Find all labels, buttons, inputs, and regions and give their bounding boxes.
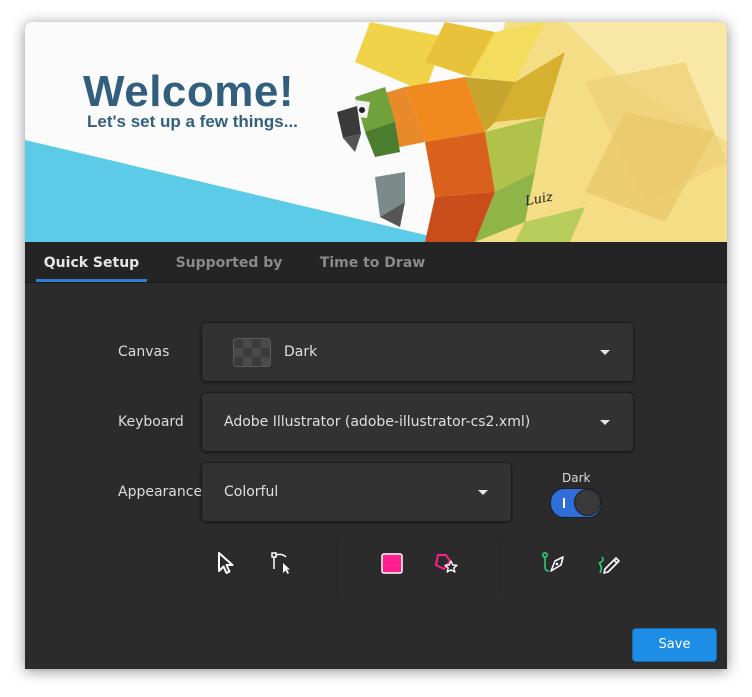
canvas-swatch-icon xyxy=(233,338,271,367)
star-tool-icon[interactable] xyxy=(432,549,460,577)
welcome-title: Welcome! xyxy=(83,67,295,116)
keyboard-dropdown[interactable]: Adobe Illustrator (adobe-illustrator-cs2… xyxy=(201,392,634,452)
canvas-label: Canvas xyxy=(118,344,170,360)
keyboard-value: Adobe Illustrator (adobe-illustrator-cs2… xyxy=(224,414,531,430)
keyboard-label: Keyboard xyxy=(118,414,184,430)
tab-time-to-draw[interactable]: Time to Draw xyxy=(315,242,430,282)
save-button[interactable]: Save xyxy=(632,628,717,662)
welcome-subtitle: Let's set up a few things... xyxy=(87,112,298,131)
appearance-value: Colorful xyxy=(224,484,279,500)
dark-toggle-label: Dark xyxy=(562,471,591,485)
tab-supported-by-you[interactable]: Supported by You xyxy=(159,242,299,313)
chevron-down-icon xyxy=(478,490,488,495)
canvas-value: Dark xyxy=(284,344,318,360)
toggle-knob xyxy=(574,489,601,516)
appearance-dropdown[interactable]: Colorful xyxy=(201,462,512,522)
appearance-label: Appearance xyxy=(118,484,203,500)
toolbar-divider xyxy=(500,537,501,597)
chevron-down-icon xyxy=(600,350,610,355)
welcome-dialog: Welcome! Let's set up a few things... Lu… xyxy=(25,22,727,669)
dark-toggle-switch[interactable] xyxy=(550,488,602,518)
parrot-artwork xyxy=(25,22,727,242)
selector-arrow-icon[interactable] xyxy=(212,549,240,577)
rectangle-tool-icon[interactable] xyxy=(378,549,406,577)
chevron-down-icon xyxy=(600,420,610,425)
pencil-tool-icon[interactable] xyxy=(595,549,623,577)
canvas-dropdown[interactable]: Dark xyxy=(201,322,634,382)
toolbar-divider xyxy=(337,537,338,597)
welcome-banner: Welcome! Let's set up a few things... Lu… xyxy=(25,22,727,242)
tab-bar: Quick Setup Supported by You Time to Dra… xyxy=(25,242,727,313)
node-tool-icon[interactable] xyxy=(268,549,296,577)
tab-quick-setup[interactable]: Quick Setup xyxy=(36,242,147,282)
pen-tool-icon[interactable] xyxy=(539,549,567,577)
